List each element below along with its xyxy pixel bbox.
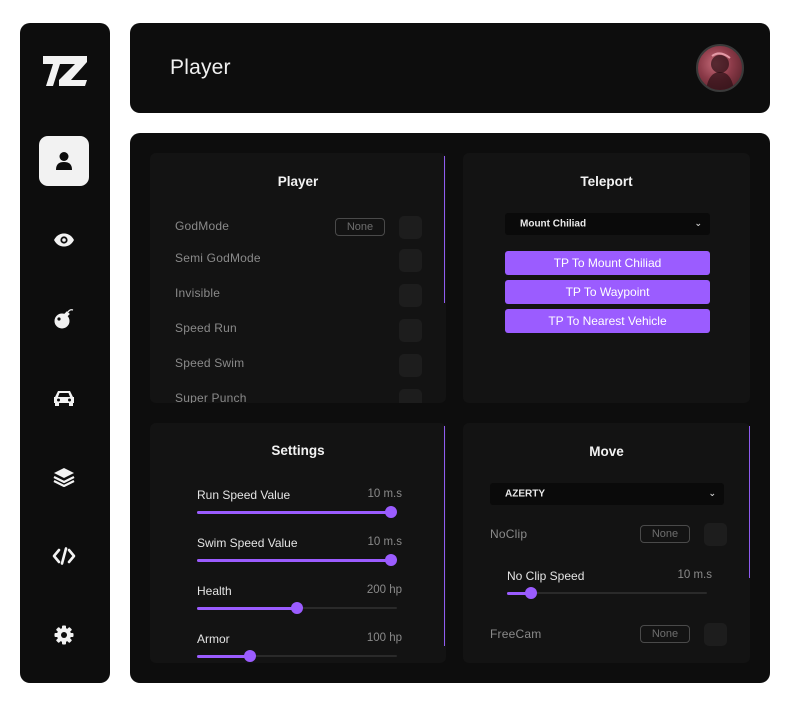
freecam-label: FreeCam	[490, 627, 542, 641]
health-slider[interactable]	[197, 602, 397, 614]
app-logo	[41, 53, 89, 89]
gear-icon	[54, 625, 74, 645]
swim-speed-slider[interactable]	[197, 554, 397, 566]
noclip-speed-label: No Clip Speed	[507, 569, 585, 583]
health-label: Health	[197, 584, 232, 598]
health-slider-fill	[197, 606, 297, 610]
teleport-panel: Teleport Mount Chiliad ⌄ TP To Mount Chi…	[463, 153, 750, 403]
freecam-keybind[interactable]: None	[640, 625, 690, 643]
eye-icon	[53, 233, 75, 247]
settings-panel: Settings Run Speed Value 10 m.s Swim Spe…	[150, 423, 446, 663]
speed-run-label: Speed Run	[175, 321, 237, 335]
move-panel: Move AZERTY ⌄ NoClip None No Clip Speed …	[463, 423, 750, 663]
avatar[interactable]	[696, 44, 744, 92]
player-panel-title: Player	[277, 174, 319, 189]
tp-to-waypoint-button[interactable]: TP To Waypoint	[505, 280, 710, 304]
move-panel-title: Move	[589, 444, 624, 459]
move-scrollbar[interactable]	[749, 426, 750, 578]
run-speed-label: Run Speed Value	[197, 488, 291, 502]
noclip-label: NoClip	[490, 527, 528, 541]
health-value: 200 hp	[366, 584, 402, 596]
code-icon	[52, 547, 76, 565]
sidebar-item-scripts[interactable]	[39, 531, 89, 581]
main-content: Player GodMode None Semi GodMode Invisib…	[130, 133, 770, 683]
run-speed-slider[interactable]	[197, 506, 397, 518]
armor-label: Armor	[197, 632, 230, 646]
player-panel: Player GodMode None Semi GodMode Invisib…	[150, 153, 446, 403]
settings-scrollbar[interactable]	[444, 426, 445, 646]
noclip-checkbox[interactable]	[704, 523, 727, 546]
tp-to-location-button[interactable]: TP To Mount Chiliad	[505, 251, 710, 275]
run-speed-value: 10 m.s	[367, 488, 402, 500]
teleport-location-select[interactable]: Mount Chiliad ⌄	[505, 213, 710, 235]
user-icon	[55, 151, 73, 171]
noclip-speed-value: 10 m.s	[677, 569, 712, 581]
run-speed-slider-handle[interactable]	[385, 506, 397, 518]
armor-value: 100 hp	[366, 632, 402, 644]
noclip-speed-slider[interactable]	[507, 587, 707, 599]
godmode-checkbox[interactable]	[399, 216, 422, 239]
speed-swim-label: Speed Swim	[175, 356, 245, 370]
bomb-icon	[53, 308, 75, 330]
freecam-checkbox[interactable]	[704, 623, 727, 646]
layers-icon	[53, 467, 75, 487]
semi-godmode-label: Semi GodMode	[175, 251, 261, 265]
super-punch-checkbox[interactable]	[399, 389, 422, 403]
noclip-speed-slider-handle[interactable]	[525, 587, 537, 599]
chevron-down-icon: ⌄	[694, 217, 702, 228]
sidebar-item-player[interactable]	[39, 136, 89, 186]
page-title: Player	[170, 56, 231, 79]
invisible-checkbox[interactable]	[399, 284, 422, 307]
settings-panel-title: Settings	[271, 443, 325, 458]
sidebar-item-misc[interactable]	[39, 452, 89, 502]
teleport-panel-title: Teleport	[580, 174, 633, 189]
player-scrollbar[interactable]	[444, 156, 445, 303]
speed-run-checkbox[interactable]	[399, 319, 422, 342]
super-punch-label: Super Punch	[175, 391, 247, 403]
keyboard-layout-value: AZERTY	[505, 488, 545, 500]
godmode-keybind[interactable]: None	[335, 218, 385, 236]
sidebar-item-settings[interactable]	[39, 610, 89, 660]
armor-slider-fill	[197, 654, 250, 658]
tp-to-nearest-vehicle-button[interactable]: TP To Nearest Vehicle	[505, 309, 710, 333]
armor-slider[interactable]	[197, 650, 397, 662]
godmode-label: GodMode	[175, 219, 230, 233]
sidebar	[20, 23, 110, 683]
swim-speed-slider-fill	[197, 558, 391, 562]
sidebar-item-visuals[interactable]	[39, 215, 89, 265]
run-speed-slider-fill	[197, 510, 391, 514]
swim-speed-value: 10 m.s	[367, 536, 402, 548]
health-slider-handle[interactable]	[291, 602, 303, 614]
armor-slider-handle[interactable]	[244, 650, 256, 662]
chevron-down-icon: ⌄	[708, 487, 716, 498]
sidebar-item-weapons[interactable]	[39, 294, 89, 344]
invisible-label: Invisible	[175, 286, 221, 300]
noclip-keybind[interactable]: None	[640, 525, 690, 543]
keyboard-layout-select[interactable]: AZERTY ⌄	[490, 483, 724, 505]
header-bar: Player	[130, 23, 770, 113]
swim-speed-slider-handle[interactable]	[385, 554, 397, 566]
speed-swim-checkbox[interactable]	[399, 354, 422, 377]
sidebar-item-vehicles[interactable]	[39, 373, 89, 423]
teleport-location-value: Mount Chiliad	[520, 218, 587, 230]
semi-godmode-checkbox[interactable]	[399, 249, 422, 272]
car-icon	[53, 389, 75, 407]
swim-speed-label: Swim Speed Value	[197, 536, 298, 550]
